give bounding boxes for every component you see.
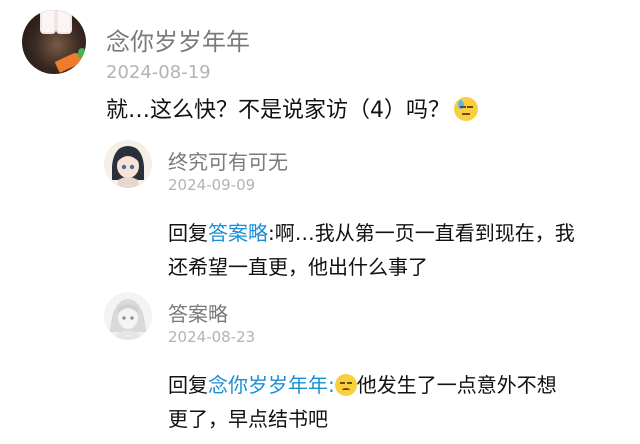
bunny-ear-icon (40, 10, 56, 34)
reply-date: 2024-09-09 (168, 176, 256, 194)
sad-emoji-icon (334, 374, 357, 396)
reply-date: 2024-08-23 (168, 328, 256, 346)
bunny-ear-icon (56, 10, 72, 34)
reply-avatar[interactable] (104, 140, 152, 188)
avatar[interactable] (22, 10, 86, 74)
reply-text: 回复答案略:啊…我从第一页一直看到现在，我 还希望一直更，他出什么事了 (168, 221, 575, 279)
comment-date: 2024-08-19 (106, 62, 211, 83)
reply-username[interactable]: 终究可有可无 (168, 146, 288, 175)
reply-text: 回复念你岁岁年年: 他发生了一点意外不想 更了，早点结书吧 (168, 373, 557, 431)
reply-prefix: 回复 (168, 373, 208, 397)
comment-text: 就…这么快？不是说家访（4）吗？ (106, 92, 478, 124)
sweat-emoji-icon (454, 97, 478, 121)
comment-username[interactable]: 念你岁岁年年 (106, 22, 250, 57)
mention-link[interactable]: 答案略 (208, 221, 268, 245)
reply-prefix: 回复 (168, 221, 208, 245)
comment-body: 就…这么快？不是说家访（4）吗？ (106, 98, 450, 123)
mention-link[interactable]: 念你岁岁年年 (208, 373, 328, 397)
reply-username[interactable]: 答案略 (168, 298, 228, 327)
reply-avatar[interactable] (104, 292, 152, 340)
